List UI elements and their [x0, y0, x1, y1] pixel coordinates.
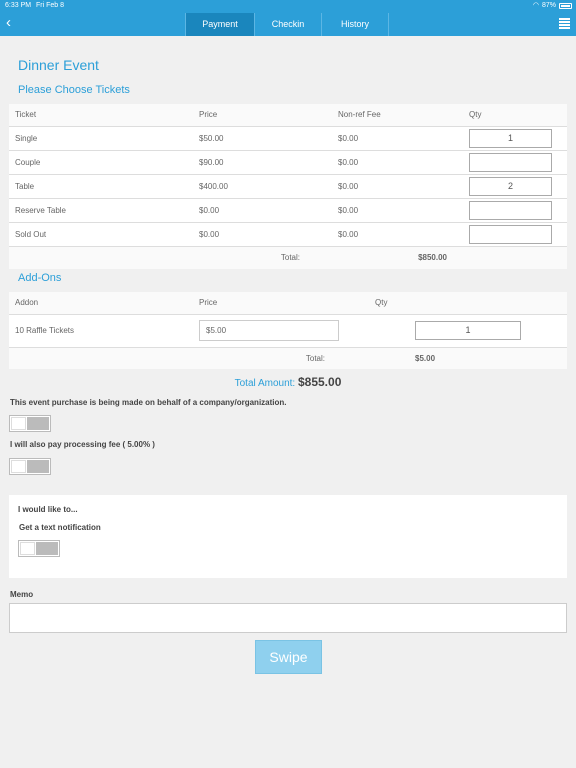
table-row: Reserve Table $0.00 $0.00 — [9, 198, 567, 223]
header-ticket: Ticket — [9, 104, 193, 127]
ticket-fee: $0.00 — [332, 126, 463, 151]
ticket-price: $50.00 — [193, 126, 332, 151]
addons-heading: Add-Ons — [18, 272, 62, 284]
battery-icon — [559, 3, 572, 9]
addons-table: Addon Price Qty 10 Raffle Tickets $5.00 … — [9, 292, 567, 369]
addon-qty-input[interactable]: 1 — [415, 321, 521, 340]
notify-label: Get a text notification — [19, 523, 101, 532]
tickets-heading: Please Choose Tickets — [18, 84, 130, 96]
status-bar: 6:33 PM Fri Feb 8 ◠ 87% — [0, 0, 576, 12]
total-amount-value: $855.00 — [297, 375, 342, 389]
list-icon[interactable] — [559, 18, 570, 29]
status-right: ◠ 87% — [533, 0, 572, 12]
addons-total-value: $5.00 — [369, 347, 567, 369]
ticket-name: Sold Out — [9, 222, 193, 247]
addon-price-field[interactable]: $5.00 — [199, 320, 339, 341]
notification-panel: I would like to... Get a text notificati… — [9, 495, 567, 578]
header-addon-qty: Qty — [369, 292, 567, 315]
ticket-price: $0.00 — [193, 222, 332, 247]
tab-checkin[interactable]: Checkin — [254, 13, 321, 36]
table-row: Single $50.00 $0.00 1 — [9, 126, 567, 151]
memo-label: Memo — [10, 590, 34, 599]
qty-input[interactable]: 2 — [469, 176, 552, 196]
qty-input[interactable] — [469, 224, 552, 244]
qty-input[interactable]: 1 — [469, 128, 552, 148]
ticket-name: Couple — [9, 150, 193, 175]
tickets-total-row: Total: $850.00 — [9, 246, 567, 269]
header-qty: Qty — [463, 104, 567, 127]
behalf-label: This event purchase is being made on beh… — [10, 398, 287, 407]
status-time: 6:33 PM — [5, 2, 32, 9]
tab-payment[interactable]: Payment — [185, 13, 254, 36]
wifi-icon: ◠ — [532, 2, 539, 9]
qty-input[interactable] — [469, 200, 552, 220]
swipe-button[interactable]: Swipe — [255, 640, 322, 674]
chevron-left-icon[interactable]: ‹ — [6, 14, 11, 32]
fee-toggle[interactable] — [9, 458, 51, 475]
tab-history[interactable]: History — [321, 13, 389, 36]
ticket-fee: $0.00 — [332, 222, 463, 247]
header-fee: Non-ref Fee — [332, 104, 463, 127]
table-row: Sold Out $0.00 $0.00 — [9, 222, 567, 247]
nav-bar: ‹ Payment Checkin History — [0, 12, 576, 36]
addons-total-row: Total: $5.00 — [9, 347, 567, 369]
behalf-toggle[interactable] — [9, 415, 51, 432]
event-title: Dinner Event — [18, 57, 99, 73]
notify-heading: I would like to... — [18, 505, 78, 514]
ticket-name: Reserve Table — [9, 198, 193, 223]
battery-percent: 87% — [541, 2, 556, 9]
ticket-fee: $0.00 — [332, 150, 463, 175]
status-date: Fri Feb 8 — [36, 2, 65, 9]
ticket-fee: $0.00 — [332, 198, 463, 223]
header-addon: Addon — [9, 292, 193, 315]
addons-total-label: Total: — [193, 347, 369, 369]
tab-bar: Payment Checkin History — [185, 13, 389, 36]
header-addon-price: Price — [193, 292, 369, 315]
table-row: Table $400.00 $0.00 2 — [9, 174, 567, 199]
ticket-name: Single — [9, 126, 193, 151]
header-price: Price — [193, 104, 332, 127]
tickets-table: Ticket Price Non-ref Fee Qty Single $50.… — [9, 104, 567, 269]
fee-label: I will also pay processing fee ( 5.00% ) — [10, 440, 155, 449]
ticket-name: Table — [9, 174, 193, 199]
ticket-price: $0.00 — [193, 198, 332, 223]
ticket-price: $400.00 — [193, 174, 332, 199]
ticket-fee: $0.00 — [332, 174, 463, 199]
memo-input[interactable] — [9, 603, 567, 633]
tickets-header-row: Ticket Price Non-ref Fee Qty — [9, 104, 567, 127]
tickets-total-label: Total: — [193, 246, 332, 269]
qty-input[interactable] — [469, 152, 552, 172]
ticket-price: $90.00 — [193, 150, 332, 175]
notify-toggle[interactable] — [18, 540, 60, 557]
total-amount-label: Total Amount: — [234, 378, 296, 389]
addon-name: 10 Raffle Tickets — [9, 314, 193, 348]
table-row: Couple $90.00 $0.00 — [9, 150, 567, 175]
addons-header-row: Addon Price Qty — [9, 292, 567, 315]
table-row: 10 Raffle Tickets $5.00 1 — [9, 314, 567, 348]
tickets-total-value: $850.00 — [332, 246, 463, 269]
total-amount: Total Amount: $855.00 — [0, 375, 576, 389]
